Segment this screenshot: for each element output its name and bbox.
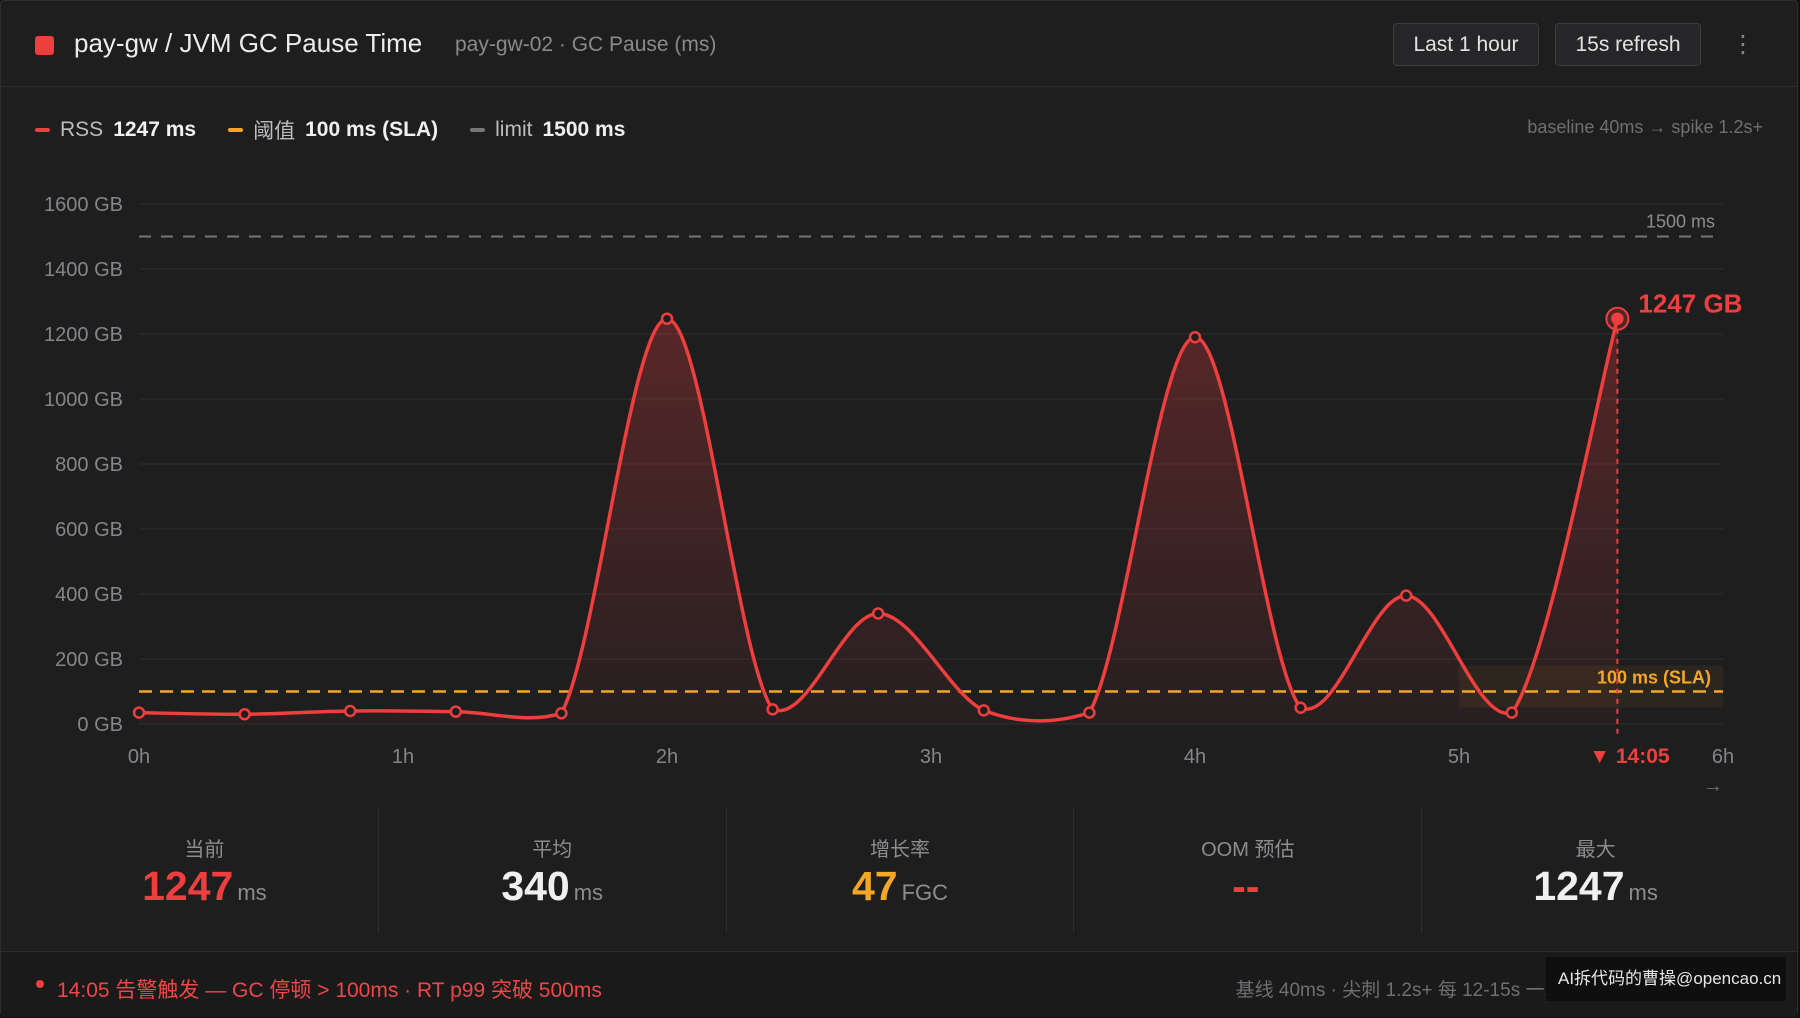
x-tick-label: 2h <box>656 746 678 768</box>
x-tick-label: 1h <box>392 746 414 768</box>
y-tick-label: 400 GB <box>55 584 123 606</box>
alert-marker-label: ▼ 14:05 <box>1589 745 1670 768</box>
stat-unit: ms <box>1628 880 1658 905</box>
alert-dot-icon <box>36 980 44 988</box>
stat-label: OOM 预估 <box>1201 839 1295 861</box>
stat-value: 1247 <box>1533 863 1625 909</box>
stat-value: 47 <box>851 863 898 909</box>
x-tick-label: 3h <box>920 746 942 768</box>
stat-unit: ms <box>573 880 604 905</box>
stat-label: 平均 <box>532 839 573 861</box>
x-axis-arrow: → <box>1703 775 1723 797</box>
data-point <box>343 704 357 718</box>
stat-unit: FGC <box>901 880 949 905</box>
y-tick-label: 600 GB <box>55 519 123 541</box>
data-point <box>1399 589 1413 602</box>
stat-growth-rate: 增长率 47 FGC <box>727 807 1075 933</box>
data-point <box>1294 701 1307 714</box>
y-tick-label: 1200 GB <box>44 324 123 346</box>
limit-label: 1500 ms <box>1646 212 1715 232</box>
sla-threshold-label: 100 ms (SLA) <box>1597 668 1711 688</box>
stats-row: 当前 1247 ms 平均 340 ms 增长率 47 FGC OOM 预估 -- 最… <box>31 807 1769 933</box>
stat-label: 增长率 <box>869 839 930 861</box>
y-tick-label: 0 GB <box>77 714 123 736</box>
watermark: AI拆代码的曹操@opencao.cn <box>1546 957 1786 1001</box>
x-tick-label: 0h <box>128 746 150 768</box>
y-tick-label: 800 GB <box>55 454 123 476</box>
stat-oom-estimate: OOM 预估 -- <box>1074 807 1423 933</box>
stat-value: -- <box>1232 863 1260 909</box>
alert-message[interactable]: 14:05 告警触发 — GC 停顿 > 100ms · RT p99 突破 5… <box>57 974 602 1004</box>
gc-pause-chart[interactable]: 0 GB 200 GB 400 GB 600 GB 800 GB 1000 GB 1200 … <box>1 1 1799 801</box>
data-point <box>1188 331 1202 344</box>
data-point <box>1505 706 1519 719</box>
data-point <box>871 607 885 620</box>
data-point <box>238 708 251 721</box>
stat-unit: ms <box>237 880 267 905</box>
data-point <box>660 312 674 325</box>
stat-label: 最大 <box>1575 839 1616 861</box>
stat-value: 340 <box>501 863 570 909</box>
stat-max: 最大 1247 ms <box>1422 807 1769 933</box>
current-value-label: 1247 GB <box>1638 289 1742 319</box>
data-point <box>555 707 568 720</box>
stat-average: 平均 340 ms <box>379 807 727 933</box>
y-tick-label: 200 GB <box>55 649 123 671</box>
series-area-rss <box>139 318 1618 724</box>
data-point <box>449 705 463 718</box>
x-tick-label: 4h <box>1184 746 1206 768</box>
alert-footer: 14:05 告警触发 — GC 停顿 > 100ms · RT p99 突破 5… <box>1 951 1797 1017</box>
x-tick-label: 5h <box>1448 746 1470 768</box>
stat-value: 1247 <box>142 863 234 909</box>
data-point <box>1083 706 1096 719</box>
data-point <box>977 704 991 717</box>
current-point <box>1613 314 1622 323</box>
y-tick-label: 1400 GB <box>44 259 123 281</box>
stat-current: 当前 1247 ms <box>31 807 379 933</box>
y-tick-label: 1000 GB <box>44 389 123 411</box>
data-point <box>132 706 146 719</box>
x-tick-label: 6h <box>1712 746 1734 768</box>
y-tick-label: 1600 GB <box>44 194 123 216</box>
data-point <box>766 703 779 716</box>
dashboard-panel: pay-gw / JVM GC Pause Time pay-gw-02 · G… <box>0 0 1799 1017</box>
stat-label: 当前 <box>184 839 225 861</box>
